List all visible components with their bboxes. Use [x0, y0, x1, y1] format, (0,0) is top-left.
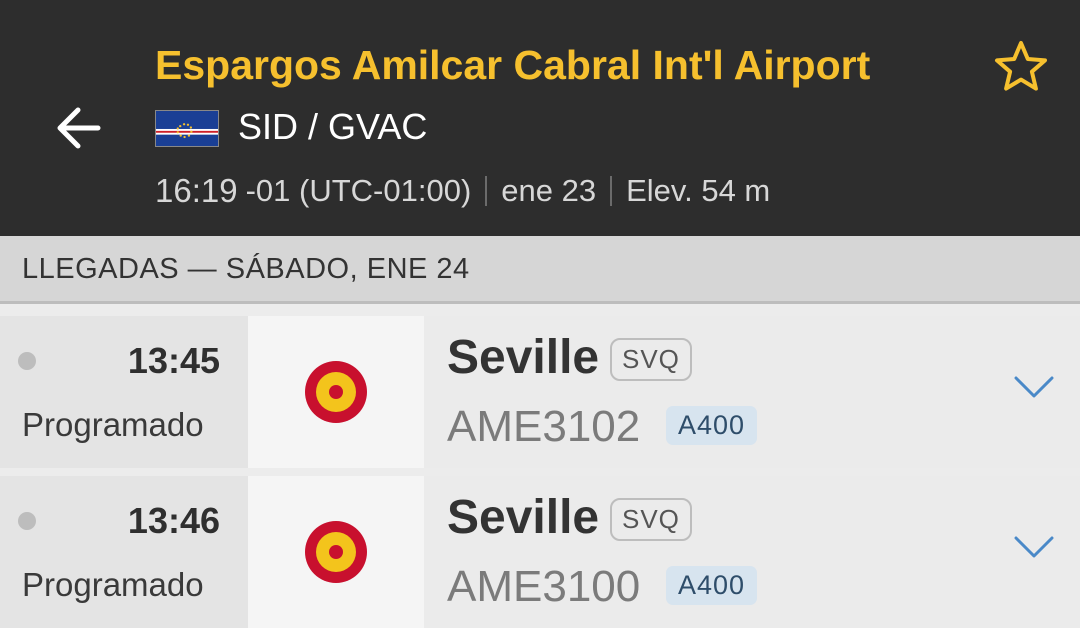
chevron-down-icon[interactable] [1012, 372, 1056, 402]
airport-meta: 16:19 -01 (UTC-01:00) ene 23 Elev. 54 m [155, 172, 770, 210]
status-dot-icon [18, 352, 36, 370]
section-title: LLEGADAS — SÁBADO, ENE 24 [22, 253, 470, 285]
arrivals-section-header: LLEGADAS — SÁBADO, ENE 24 [0, 236, 1080, 304]
flight-number: AME3100 [447, 562, 641, 611]
divider [485, 176, 488, 206]
local-time: 16:19 [155, 172, 238, 209]
aircraft-badge: A400 [666, 566, 758, 605]
status-dot-icon [18, 512, 36, 530]
flight-time-cell: 13:46 Programado [0, 476, 248, 628]
favorite-button[interactable] [990, 36, 1052, 98]
divider [610, 176, 613, 206]
elevation: Elev. 54 m [626, 173, 771, 208]
flight-time-cell: 13:45 Programado [0, 316, 248, 468]
airport-codes: SID / GVAC [238, 106, 428, 147]
timezone: -01 (UTC-01:00) [245, 173, 472, 208]
origin-iata-badge: SVQ [610, 498, 692, 541]
airport-header: Espargos Amilcar Cabral Int'l Airport SI… [0, 0, 1080, 236]
local-date: ene 23 [501, 173, 597, 208]
cape-verde-flag-icon [155, 110, 219, 147]
spanish-air-force-roundel-icon [305, 521, 367, 583]
flight-info-cell: Seville SVQ AME3102 A400 [424, 316, 1080, 468]
star-icon [995, 41, 1047, 91]
scheduled-time: 13:46 [127, 500, 220, 541]
flight-number: AME3102 [447, 402, 641, 451]
chevron-down-icon[interactable] [1012, 532, 1056, 562]
scheduled-time: 13:45 [127, 340, 220, 381]
flight-status: Programado [22, 566, 204, 603]
flight-row[interactable]: 13:45 Programado Seville SVQ AME3102 A40… [0, 316, 1080, 468]
origin-city: Seville [447, 491, 600, 544]
back-arrow-icon [57, 107, 101, 149]
aircraft-badge: A400 [666, 406, 758, 445]
origin-city: Seville [447, 331, 600, 384]
airline-logo-cell [248, 476, 424, 628]
back-button[interactable] [50, 100, 106, 156]
airline-logo-cell [248, 316, 424, 468]
flight-row[interactable]: 13:46 Programado Seville SVQ AME3100 A40… [0, 476, 1080, 628]
origin-iata-badge: SVQ [610, 338, 692, 381]
airport-name: Espargos Amilcar Cabral Int'l Airport [155, 42, 871, 88]
flight-status: Programado [22, 406, 204, 443]
flight-info-cell: Seville SVQ AME3100 A400 [424, 476, 1080, 628]
spanish-air-force-roundel-icon [305, 361, 367, 423]
